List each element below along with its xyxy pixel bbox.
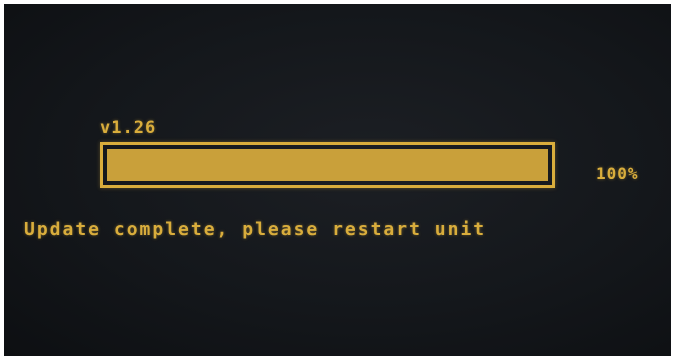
progress-fill	[107, 149, 548, 181]
progress-bar	[100, 142, 555, 188]
progress-percent: 100%	[596, 164, 639, 183]
version-label: v1.26	[100, 118, 157, 138]
display-screen: v1.26 100% Update complete, please resta…	[4, 4, 671, 356]
status-message: Update complete, please restart unit	[24, 219, 487, 240]
progress-track	[107, 149, 548, 181]
